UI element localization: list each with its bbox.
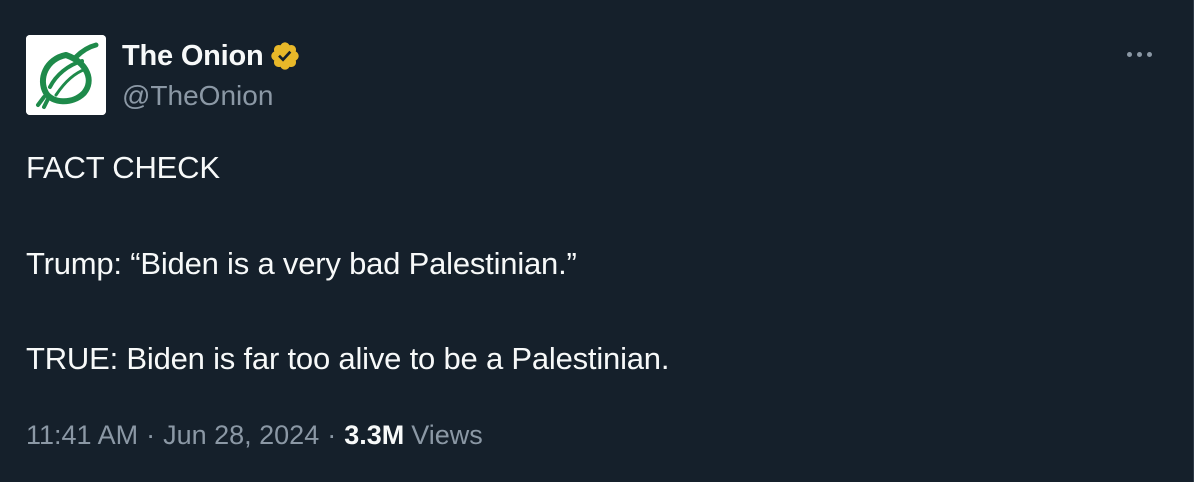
tweet-text-line-3: TRUE: Biden is far too alive to be a Pal…: [26, 341, 670, 376]
author-name-row: The Onion: [122, 38, 301, 74]
more-options-button[interactable]: [1119, 42, 1159, 66]
onion-logo-icon: [26, 35, 106, 115]
tweet-date[interactable]: Jun 28, 2024: [163, 420, 319, 451]
verified-badge-icon[interactable]: [269, 40, 301, 72]
author-display-name[interactable]: The Onion: [122, 40, 264, 73]
tweet-text-line-1: FACT CHECK: [26, 150, 220, 185]
tweet-metadata: 11:41 AM · Jun 28, 2024 · 3.3M Views: [26, 420, 483, 451]
meta-separator: ·: [146, 420, 156, 450]
more-options-icon: [1126, 51, 1152, 57]
tweet-text-line-2: Trump: “Biden is a very bad Palestinian.…: [26, 246, 577, 281]
avatar[interactable]: [26, 35, 106, 115]
author-handle[interactable]: @TheOnion: [122, 80, 273, 112]
views-label: Views: [411, 420, 483, 450]
view-count[interactable]: 3.3M: [344, 420, 404, 451]
tweet-card: The Onion @TheOnion FACT CHECK Trump: “B…: [0, 0, 1194, 482]
meta-separator: ·: [327, 420, 337, 450]
tweet-time[interactable]: 11:41 AM: [26, 420, 138, 451]
